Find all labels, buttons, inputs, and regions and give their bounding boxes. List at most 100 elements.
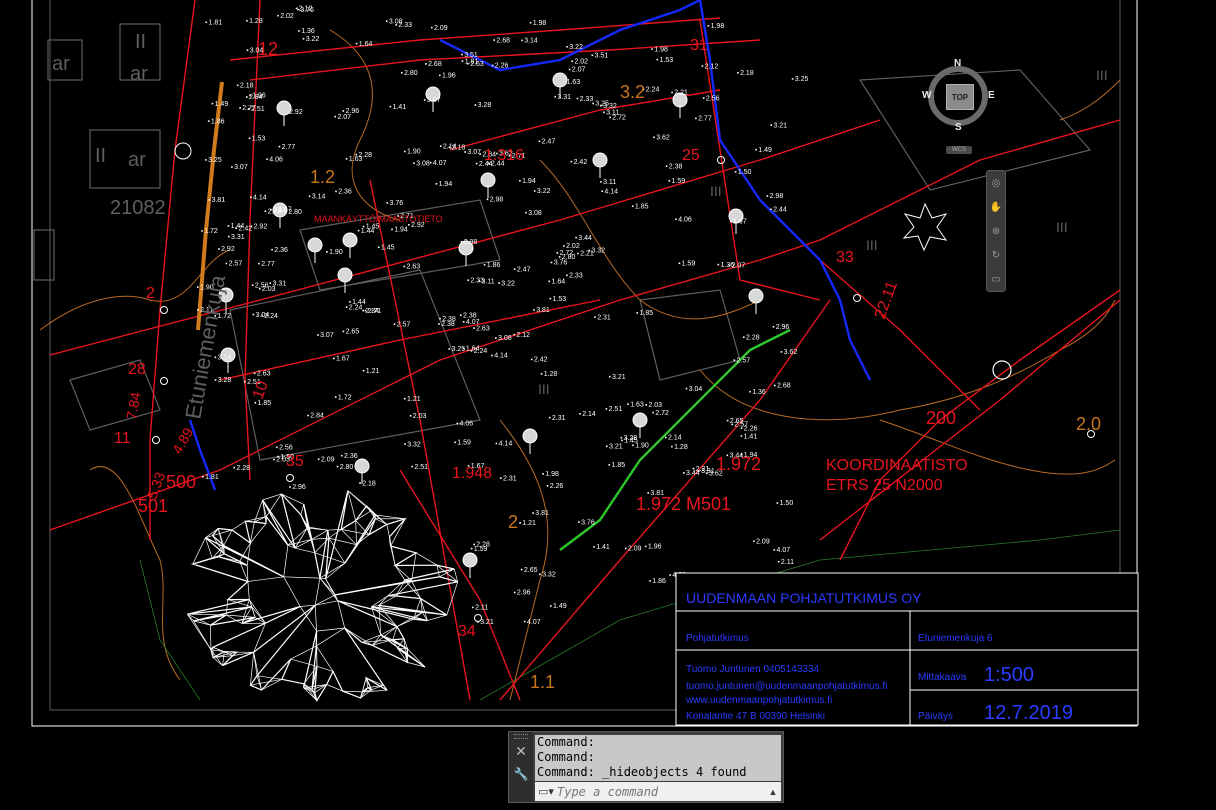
compass-west[interactable]: W: [922, 90, 931, 101]
compass-south[interactable]: S: [955, 122, 962, 133]
elevation-label: 1.41: [596, 544, 610, 551]
coord-system-line1: KOORDINAATISTO: [826, 457, 968, 474]
red-label: 34: [458, 623, 476, 640]
elevation-label: 1.64: [466, 346, 480, 353]
survey-point: [695, 117, 697, 120]
tin-edge: [327, 529, 342, 531]
survey-point: [495, 442, 498, 445]
recent-commands-arrow-icon[interactable]: ▲: [765, 787, 781, 797]
command-prompt-icon[interactable]: ▭▾: [535, 782, 557, 801]
survey-point: [483, 264, 486, 266]
showmotion-icon[interactable]: ▭: [991, 274, 1000, 285]
orange-label: 2: [508, 512, 518, 532]
elevation-label: 2.63: [257, 371, 271, 378]
elevation-label: 2.38: [463, 312, 477, 319]
elevation-label: 2.18: [362, 480, 376, 487]
survey-point: [645, 404, 647, 406]
elevation-label: 1.64: [552, 279, 566, 286]
date-label: Päiväys: [918, 711, 953, 722]
elevation-label: 3.08: [528, 210, 542, 217]
command-input-row[interactable]: ▭▾ ▲: [535, 782, 781, 801]
tin-edge: [378, 595, 397, 606]
big-label-1-1: 1.1: [530, 672, 555, 692]
elevation-label: 1.86: [211, 118, 225, 125]
survey-point: [632, 444, 634, 447]
control-point-icon: [160, 306, 168, 314]
survey-point: [246, 96, 248, 98]
elevation-label: 2.77: [242, 105, 256, 112]
red-label: 1.316: [484, 147, 524, 164]
coord-system-line2: ETRS 25 N2000: [826, 477, 943, 494]
elevation-label: 2.26: [550, 483, 564, 490]
survey-point: [740, 435, 743, 437]
tin-edge: [295, 547, 315, 554]
compass-north[interactable]: N: [954, 58, 961, 69]
command-line-window[interactable]: ✕ 🔧 Command: Command: Command: _hideobje…: [508, 731, 784, 803]
survey-point: [608, 464, 611, 466]
elevation-label: 2.03: [413, 413, 427, 420]
elevation-label: 2.98: [490, 197, 504, 204]
elevation-label: 2.12: [516, 332, 530, 339]
survey-point: [467, 279, 469, 281]
survey-point: [737, 72, 739, 74]
navigation-bar[interactable]: ◎ ✋ ⊕ ↻ ▭: [986, 170, 1006, 292]
elevation-label: 3.44: [578, 235, 592, 242]
gray-label: ar: [52, 53, 70, 75]
elevation-label: 4.07: [777, 547, 791, 554]
survey-point: [568, 68, 571, 71]
elevation-label: 2.09: [628, 546, 642, 553]
elevation-label: 3.21: [612, 374, 626, 381]
zoom-icon[interactable]: ⊕: [992, 226, 1000, 237]
compass-east[interactable]: E: [988, 90, 995, 101]
tin-edge: [281, 493, 304, 505]
survey-point: [425, 63, 427, 65]
survey-point: [334, 396, 337, 398]
survey-point: [317, 334, 319, 336]
survey-point: [362, 370, 365, 372]
elevation-label: 2.63: [407, 264, 421, 271]
survey-point: [429, 161, 432, 164]
survey-point: [423, 99, 426, 101]
pan-icon[interactable]: ✋: [990, 202, 1002, 213]
survey-point: [576, 97, 579, 100]
tree-symbol-icon: [354, 458, 370, 474]
survey-point: [202, 475, 204, 478]
elevation-label: 2.09: [756, 538, 770, 545]
elevation-label: 2.02: [574, 59, 588, 66]
wcs-menu[interactable]: WCS: [946, 146, 972, 154]
tin-edge: [347, 490, 357, 521]
tin-edge: [247, 581, 250, 600]
star-symbol: [902, 202, 948, 252]
tree-symbol-icon: [337, 267, 353, 283]
command-input[interactable]: [557, 784, 765, 799]
drag-grip-icon[interactable]: [514, 734, 528, 739]
survey-point: [258, 262, 260, 265]
tin-edge: [250, 523, 267, 544]
customize-wrench-icon[interactable]: 🔧: [514, 767, 529, 781]
scale-value: 1:500: [984, 664, 1034, 686]
elevation-label: 1.41: [744, 433, 758, 440]
survey-point: [345, 158, 348, 160]
gray-label: III: [710, 183, 722, 199]
close-icon[interactable]: ✕: [515, 744, 527, 758]
survey-point: [749, 390, 751, 393]
survey-point: [233, 466, 235, 469]
tree-symbol-icon: [462, 552, 478, 568]
survey-point: [571, 60, 573, 63]
tin-edge: [249, 521, 255, 544]
survey-point: [609, 116, 611, 119]
survey-point: [538, 140, 541, 143]
viewcube[interactable]: N S W E TOP WCS: [922, 58, 996, 158]
tree-symbol-icon: [592, 152, 608, 168]
orbit-icon[interactable]: ↻: [992, 250, 1000, 261]
survey-point: [473, 327, 475, 329]
steering-wheel-icon[interactable]: ◎: [992, 178, 1001, 189]
tin-edge: [427, 614, 447, 621]
contact-line-2: tuomo.juntunen@uudenmaanpohjatutkimus.fi: [686, 681, 887, 692]
elevation-label: 1.94: [522, 178, 536, 185]
elevation-label: 3.32: [407, 441, 421, 448]
model-space-drawing[interactable]: 4.144.064.073.763.513.623.323.813.223.44…: [0, 0, 1216, 810]
elevation-label: 2.77: [261, 261, 275, 268]
viewcube-top-face[interactable]: TOP: [946, 84, 974, 110]
survey-point: [513, 591, 516, 594]
